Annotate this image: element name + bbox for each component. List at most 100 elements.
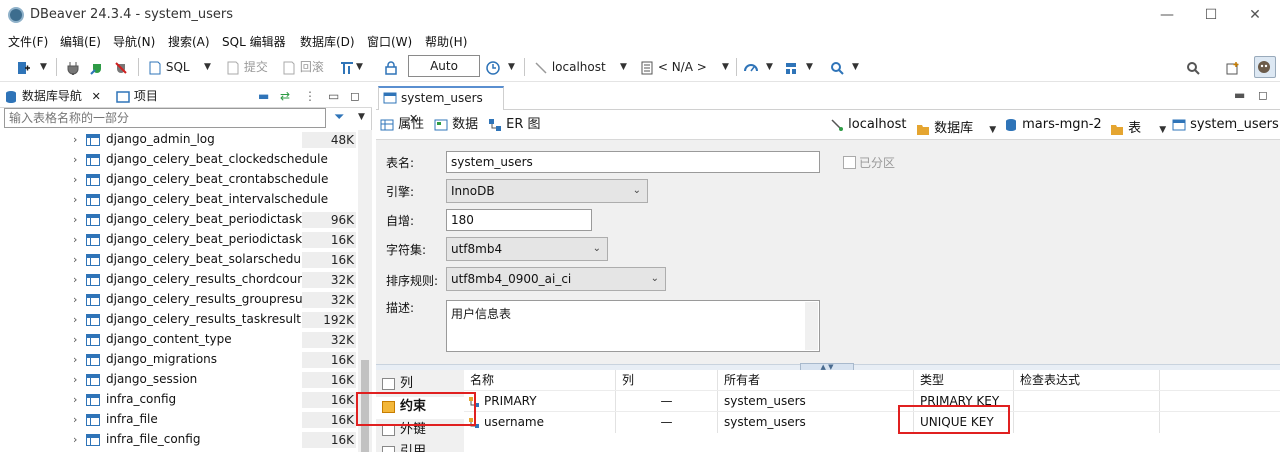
transaction-mode-field[interactable]: Auto	[408, 55, 480, 77]
transaction-mode-icon[interactable]	[340, 58, 354, 76]
sql-editor-button[interactable]: SQL	[148, 58, 190, 76]
table-filter-input[interactable]	[4, 108, 326, 128]
close-navigator-tab-icon[interactable]: ✕	[92, 90, 101, 103]
cell-owner[interactable]: system_users	[718, 391, 914, 412]
breadcrumb-databases-dropdown-icon[interactable]: ▼	[989, 125, 996, 135]
header-check[interactable]: 检查表达式	[1014, 370, 1160, 390]
menu-database[interactable]: 数据库(D)	[300, 33, 355, 50]
chevron-right-icon[interactable]: ›	[73, 173, 77, 186]
commit-button[interactable]: 提交	[226, 58, 268, 76]
tree-item-table[interactable]: › django_admin_log 48K	[0, 130, 360, 150]
header-type[interactable]: 类型	[914, 370, 1014, 390]
search-icon[interactable]	[830, 58, 844, 76]
reconnect-icon[interactable]	[90, 58, 104, 76]
header-name[interactable]: 名称	[464, 370, 616, 390]
transaction-dropdown-icon[interactable]: ▼	[356, 58, 363, 76]
disconnect-icon[interactable]	[114, 58, 128, 76]
tree-item-table[interactable]: › django_migrations 16K	[0, 350, 360, 370]
chevron-right-icon[interactable]: ›	[73, 313, 77, 326]
editor-tab-system-users[interactable]: system_users ✕	[378, 86, 504, 125]
description-scrollbar[interactable]	[805, 302, 818, 350]
table-name-input[interactable]: system_users	[446, 151, 820, 173]
tab-database-navigator[interactable]: 数据库导航 ✕	[4, 87, 101, 107]
chevron-right-icon[interactable]: ›	[73, 233, 77, 246]
header-owner[interactable]: 所有者	[718, 370, 914, 390]
filter-icon[interactable]: ⏷	[334, 110, 344, 125]
open-perspective-icon[interactable]	[1226, 58, 1240, 76]
dashboard-dropdown-icon[interactable]: ▼	[766, 58, 773, 76]
filter-dropdown-icon[interactable]: ▼	[358, 112, 365, 122]
chevron-right-icon[interactable]: ›	[73, 213, 77, 226]
cell-column[interactable]: —	[616, 391, 718, 412]
chevron-right-icon[interactable]: ›	[73, 433, 77, 446]
chevron-right-icon[interactable]: ›	[73, 373, 77, 386]
lock-icon[interactable]	[384, 58, 398, 76]
cell-name[interactable]: username	[464, 412, 616, 433]
tree-item-table[interactable]: › django_celery_beat_intervalschedule	[0, 190, 360, 210]
menu-edit[interactable]: 编辑(E)	[60, 33, 101, 50]
tools-icon[interactable]	[784, 58, 798, 76]
tree-item-table[interactable]: › django_celery_beat_periodictasks 16K	[0, 230, 360, 250]
cell-column[interactable]: —	[616, 412, 718, 433]
breadcrumb-tables[interactable]: 表 ▼	[1110, 117, 1166, 136]
header-column[interactable]: 列	[616, 370, 718, 390]
tree-item-table[interactable]: › django_session 16K	[0, 370, 360, 390]
menu-window[interactable]: 窗口(W)	[367, 33, 412, 50]
tree-item-table[interactable]: › django_celery_results_taskresult 192K	[0, 310, 360, 330]
cell-owner[interactable]: system_users	[718, 412, 914, 433]
menu-file[interactable]: 文件(F)	[8, 33, 48, 50]
cell-check[interactable]	[1014, 391, 1160, 412]
link-with-editor-icon[interactable]: ⇄	[280, 87, 290, 107]
breadcrumb-tables-dropdown-icon[interactable]: ▼	[1159, 125, 1166, 135]
dashboard-icon[interactable]	[744, 58, 758, 76]
chevron-right-icon[interactable]: ›	[73, 273, 77, 286]
tree-item-table[interactable]: › infra_file 16K	[0, 410, 360, 430]
tree-item-table[interactable]: › django_celery_beat_clockedschedule	[0, 150, 360, 170]
cell-check[interactable]	[1014, 412, 1160, 433]
breadcrumb-database[interactable]: mars-mgn-2	[1004, 117, 1102, 132]
tab-data[interactable]: 数据	[434, 116, 478, 136]
minimize-editor-icon[interactable]: ▬	[1234, 88, 1245, 102]
chevron-right-icon[interactable]: ›	[73, 413, 77, 426]
tree-item-table[interactable]: › django_celery_beat_periodictask 96K	[0, 210, 360, 230]
breadcrumb-connection[interactable]: localhost	[830, 117, 907, 132]
menu-search[interactable]: 搜索(A)	[168, 33, 210, 50]
sql-dropdown-icon[interactable]: ▼	[204, 58, 211, 76]
charset-select[interactable]: utf8mb4 ⌄	[446, 237, 608, 261]
menu-sql-editor[interactable]: SQL 编辑器	[222, 33, 286, 50]
chevron-right-icon[interactable]: ›	[73, 393, 77, 406]
new-connection-dropdown-icon[interactable]: ▼	[40, 58, 47, 76]
tree-item-table[interactable]: › django_celery_results_groupresult 32K	[0, 290, 360, 310]
chevron-right-icon[interactable]: ›	[73, 153, 77, 166]
collation-select[interactable]: utf8mb4_0900_ai_ci ⌄	[446, 267, 666, 291]
partitioned-checkbox[interactable]	[843, 156, 856, 169]
maximize-icon[interactable]: ☐	[1202, 6, 1220, 24]
tab-er-diagram[interactable]: ER 图	[488, 116, 541, 136]
tree-item-table[interactable]: › django_celery_beat_crontabschedule	[0, 170, 360, 190]
active-schema-selector[interactable]: < N/A >	[640, 58, 707, 76]
view-menu-icon[interactable]: ⋮	[304, 87, 316, 107]
constraint-row[interactable]: username — system_users UNIQUE KEY	[464, 411, 1280, 433]
chevron-right-icon[interactable]: ›	[73, 353, 77, 366]
chevron-right-icon[interactable]: ›	[73, 193, 77, 206]
tree-item-table[interactable]: › infra_file_config 16K	[0, 430, 360, 450]
rollback-button[interactable]: 回滚	[282, 58, 324, 76]
schema-dropdown-icon[interactable]: ▼	[722, 58, 729, 76]
chevron-right-icon[interactable]: ›	[73, 133, 77, 146]
chevron-right-icon[interactable]: ›	[73, 293, 77, 306]
history-dropdown-icon[interactable]: ▼	[508, 58, 515, 76]
chevron-right-icon[interactable]: ›	[73, 333, 77, 346]
breadcrumb-databases[interactable]: 数据库 ▼	[916, 117, 996, 136]
connect-icon[interactable]	[66, 58, 80, 76]
tree-item-table[interactable]: › django_celery_beat_solarschedule 16K	[0, 250, 360, 270]
minimize-panel-icon[interactable]: ▭	[328, 87, 339, 107]
constraint-row[interactable]: PRIMARY — system_users PRIMARY KEY	[464, 390, 1280, 412]
active-connection-selector[interactable]: localhost	[534, 58, 606, 76]
tree-item-table[interactable]: › infra_config 16K	[0, 390, 360, 410]
minimize-icon[interactable]: —	[1158, 6, 1176, 24]
auto-increment-input[interactable]: 180	[446, 209, 592, 231]
tab-projects[interactable]: 项目	[116, 87, 158, 107]
nav-references[interactable]: 引用	[376, 442, 464, 452]
chevron-right-icon[interactable]: ›	[73, 253, 77, 266]
breadcrumb-table[interactable]: system_users	[1172, 117, 1279, 132]
